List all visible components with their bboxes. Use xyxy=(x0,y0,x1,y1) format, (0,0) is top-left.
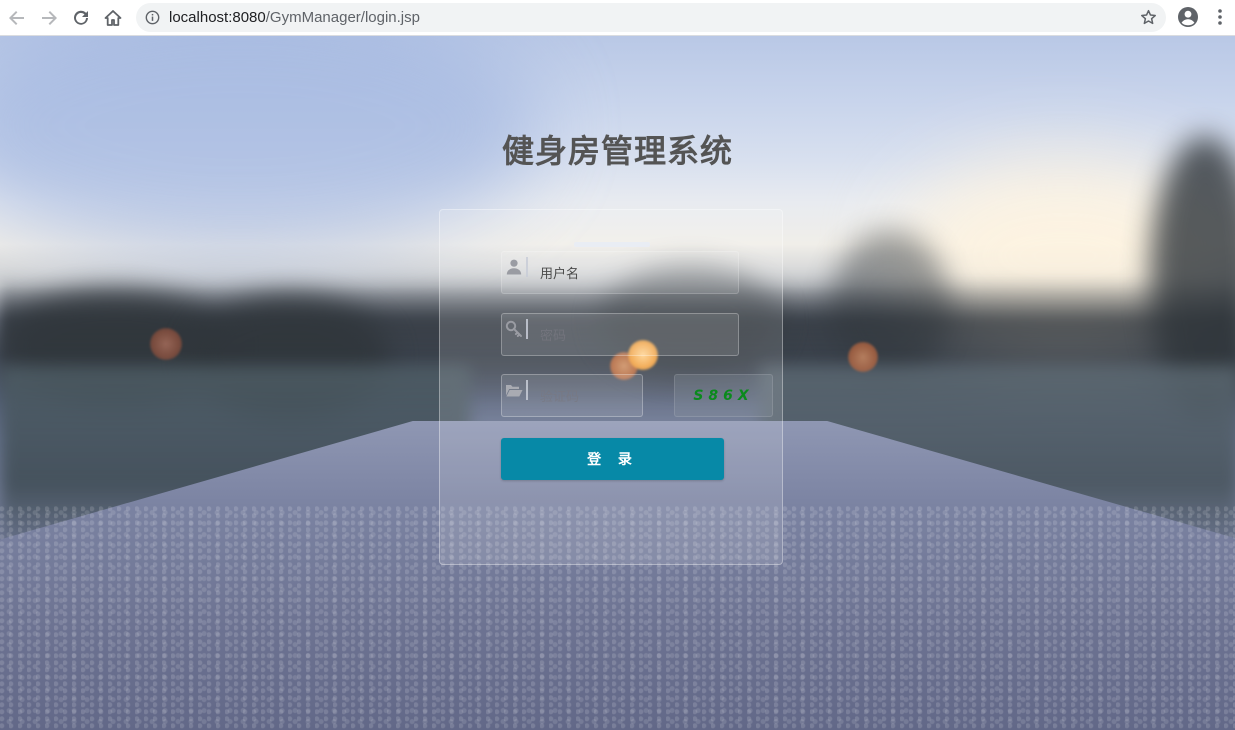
key-icon xyxy=(505,320,522,337)
panel-decor-bar xyxy=(574,242,650,247)
field-separator xyxy=(526,257,528,277)
background-bokeh xyxy=(150,328,182,360)
home-icon xyxy=(104,10,122,26)
password-field[interactable] xyxy=(501,313,739,356)
captcha-field[interactable] xyxy=(501,374,643,417)
account-icon[interactable] xyxy=(1177,6,1199,28)
field-separator xyxy=(526,380,528,400)
star-icon[interactable] xyxy=(1140,9,1157,26)
username-input[interactable] xyxy=(540,260,730,288)
login-page: 健身房管理系统 S86X xyxy=(0,36,1235,730)
background-bokeh xyxy=(848,342,878,372)
user-icon xyxy=(506,259,522,275)
field-separator xyxy=(526,319,528,339)
login-button[interactable]: 登 录 xyxy=(501,438,724,480)
back-arrow-icon xyxy=(9,11,24,25)
url-path: /GymManager/login.jsp xyxy=(265,9,420,26)
reload-icon xyxy=(74,10,88,25)
login-form: S86X 登 录 xyxy=(439,209,783,565)
browser-toolbar: localhost:8080/GymManager/login.jsp xyxy=(0,0,1235,36)
info-icon[interactable] xyxy=(145,10,160,25)
folder-open-icon xyxy=(506,385,523,397)
page-title: 健身房管理系统 xyxy=(501,132,733,170)
reload-button[interactable] xyxy=(69,6,93,30)
address-bar[interactable]: localhost:8080/GymManager/login.jsp xyxy=(136,3,1166,32)
forward-button[interactable] xyxy=(37,6,61,30)
username-field[interactable] xyxy=(501,251,739,294)
captcha-input[interactable] xyxy=(540,383,635,411)
home-button[interactable] xyxy=(101,6,125,30)
url-text[interactable]: localhost:8080/GymManager/login.jsp xyxy=(169,3,420,32)
captcha-image[interactable]: S86X xyxy=(674,374,773,417)
back-button[interactable] xyxy=(5,6,29,30)
more-vert-icon[interactable] xyxy=(1212,7,1228,29)
url-host: localhost:8080 xyxy=(169,9,266,26)
forward-arrow-icon xyxy=(42,11,57,25)
password-input[interactable] xyxy=(540,322,730,350)
